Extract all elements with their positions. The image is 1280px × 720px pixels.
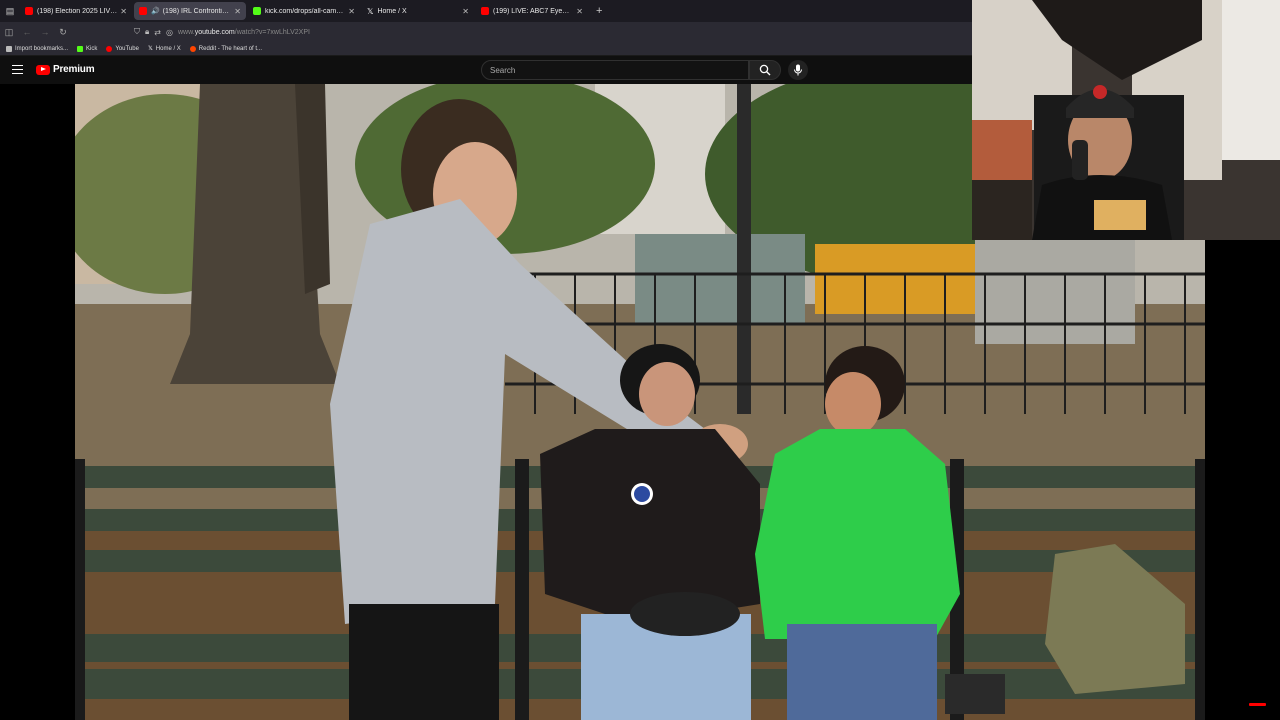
import-icon [6, 45, 12, 52]
youtube-favicon-icon [481, 7, 489, 15]
voice-search-button[interactable] [788, 60, 808, 80]
microphone-icon [794, 64, 802, 76]
streamer-webcam-overlay [972, 0, 1280, 240]
sidebar-toggle-icon[interactable]: ◫ [0, 27, 18, 38]
youtube-favicon-icon [139, 7, 147, 15]
shield-icon[interactable]: ⛉ [134, 27, 140, 37]
speaker-icon[interactable]: 🔊 [151, 7, 160, 15]
bookmark-label: Home / X [155, 45, 181, 52]
forward-arrow-icon[interactable]: → [36, 27, 54, 37]
tab-label: (198) IRL Confronting Zohr [162, 7, 232, 15]
bookmark-label: YouTube [115, 45, 139, 52]
close-icon[interactable]: ✕ [576, 7, 583, 16]
tab-label: Home / X [377, 7, 407, 15]
bookmark-youtube[interactable]: YouTube [106, 45, 139, 52]
picture-in-picture-icon[interactable]: ◎ [166, 28, 173, 37]
youtube-header: Premium Search [0, 56, 972, 84]
browser-tab[interactable]: kick.com/drops/all-campaigns ✕ [248, 2, 360, 20]
bookmarks-bar: Import bookmarks... Kick YouTube 𝕏 Home /… [0, 42, 972, 56]
close-icon[interactable]: ✕ [234, 7, 241, 16]
kick-favicon-icon [253, 7, 261, 15]
bookmark-label: Kick [86, 45, 98, 52]
browser-nav-bar: ◫ ← → ↻ ⛉ 🔒︎ ⇄ ◎ www.youtube.com/watch?v… [0, 22, 972, 42]
bookmark-label: Reddit - The heart of t... [198, 45, 263, 52]
search-input[interactable]: Search [481, 60, 749, 80]
url-bar[interactable]: ⛉ 🔒︎ ⇄ ◎ www.youtube.com/watch?v=7xwLhLV… [134, 25, 970, 39]
youtube-favicon-icon [25, 7, 33, 15]
url-domain: youtube.com [194, 28, 235, 36]
page-right-margin [1205, 240, 1280, 720]
search-icon [759, 64, 771, 76]
tab-label: (198) Election 2025 LIVE: Results [37, 7, 117, 15]
progress-indicator [1249, 703, 1266, 706]
browser-tab[interactable]: (199) LIVE: ABC7 Eyewitness Ne ✕ [476, 2, 588, 20]
url-prefix: www. [177, 28, 195, 36]
kick-favicon-icon [77, 45, 84, 52]
bookmark-kick[interactable]: Kick [77, 45, 98, 52]
youtube-favicon-icon [106, 45, 113, 52]
bookmark-label: Import bookmarks... [15, 45, 69, 52]
tab-label: kick.com/drops/all-campaigns [265, 7, 345, 15]
browser-tab[interactable]: 𝕏 Home / X ✕ [362, 2, 474, 20]
search-button[interactable] [749, 60, 781, 80]
permissions-icon[interactable]: ⇄ [154, 28, 161, 37]
back-arrow-icon[interactable]: ← [18, 27, 36, 37]
youtube-logo-text: Premium [53, 64, 95, 75]
close-icon[interactable]: ✕ [462, 7, 469, 16]
reddit-favicon-icon [189, 45, 196, 52]
x-favicon-icon: 𝕏 [147, 46, 153, 52]
url-text[interactable]: www.youtube.com/watch?v=7xwLhLV2XPI [178, 29, 310, 36]
x-favicon-icon: 𝕏 [367, 6, 374, 16]
bookmark-x[interactable]: 𝕏 Home / X [147, 45, 181, 53]
youtube-logo[interactable]: Premium [36, 64, 95, 75]
new-tab-plus-icon[interactable]: + [596, 5, 602, 17]
browser-tab[interactable]: (198) Election 2025 LIVE: Results ✕ [20, 2, 132, 20]
menu-icon[interactable] [12, 65, 23, 74]
tab-label: (199) LIVE: ABC7 Eyewitness Ne [493, 7, 573, 15]
browser-tab-active[interactable]: 🔊 (198) IRL Confronting Zohr ✕ [134, 2, 246, 20]
url-path: /watch?v=7xwLhLV2XPI [234, 28, 310, 36]
close-icon[interactable]: ✕ [348, 7, 355, 16]
bookmark-import[interactable]: Import bookmarks... [6, 45, 69, 52]
lock-icon[interactable]: 🔒︎ [145, 27, 149, 37]
tab-list-icon[interactable]: ▤ [0, 0, 20, 22]
reload-icon[interactable]: ↻ [54, 27, 72, 38]
webcam-frame [972, 0, 1280, 240]
browser-tab-bar: ▤ (198) Election 2025 LIVE: Results ✕ 🔊 … [0, 0, 972, 22]
youtube-play-icon [36, 64, 50, 75]
close-icon[interactable]: ✕ [120, 7, 127, 16]
bookmark-reddit[interactable]: Reddit - The heart of t... [189, 45, 263, 52]
